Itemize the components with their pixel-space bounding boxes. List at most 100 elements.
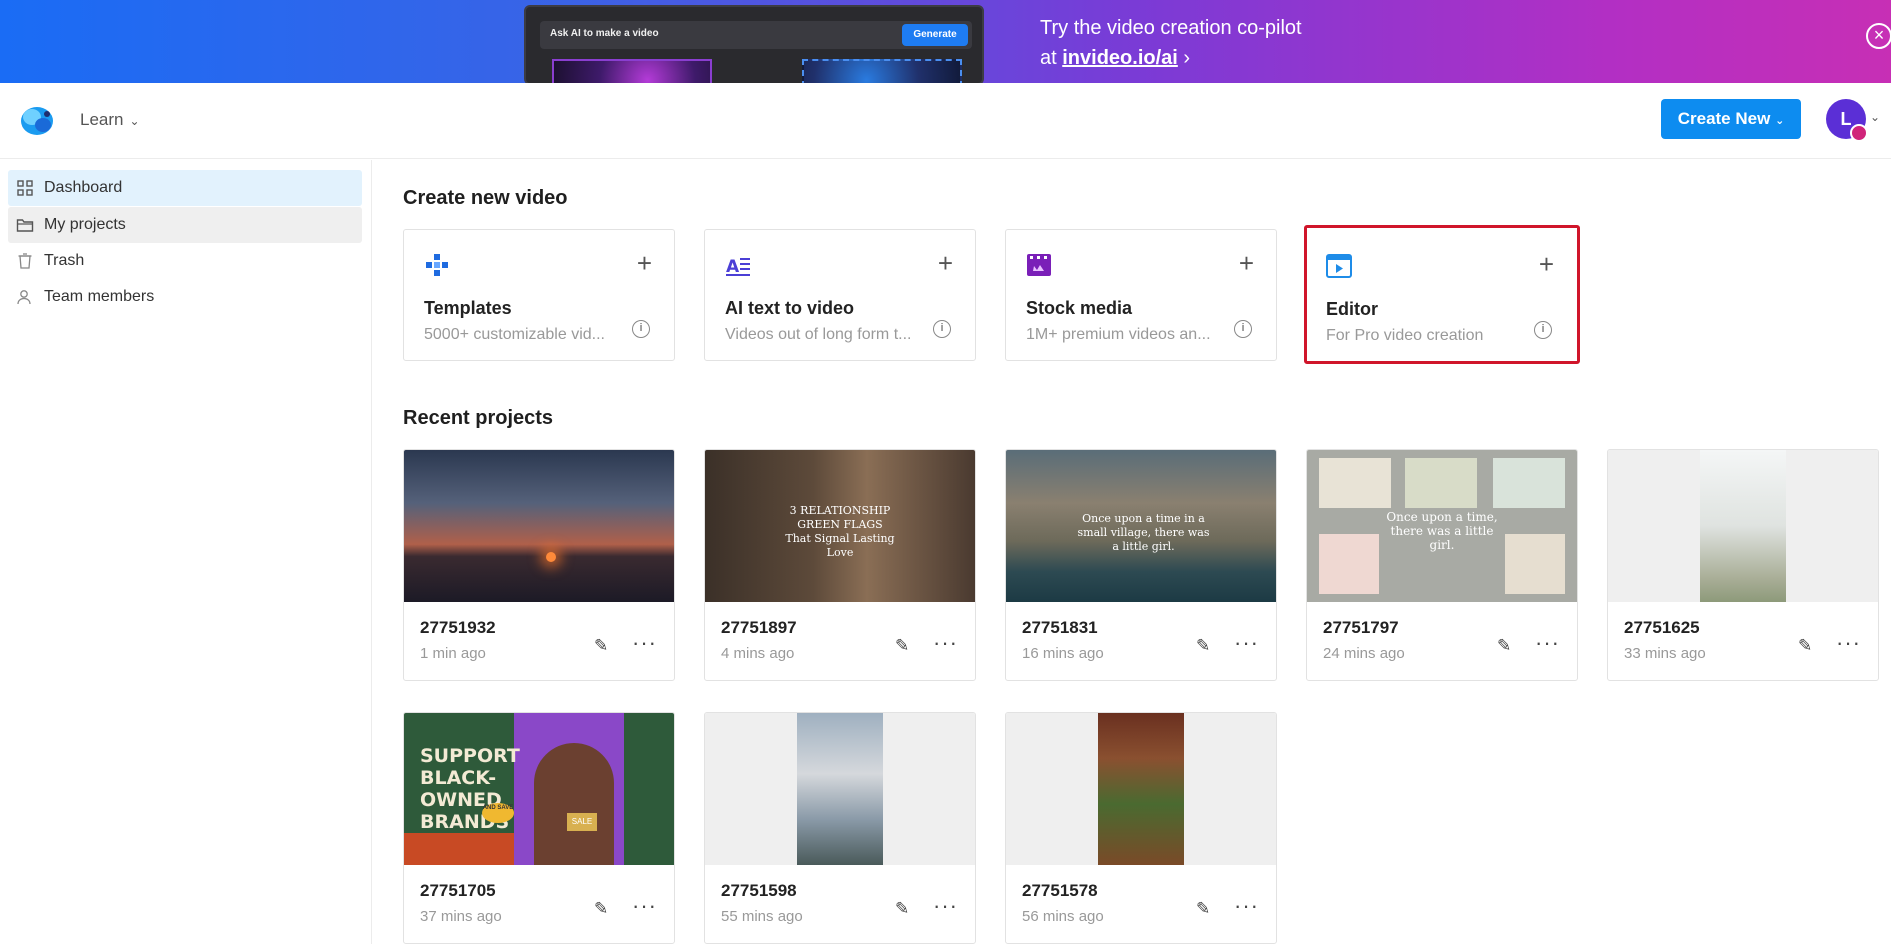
banner-line-1: Try the video creation co-pilot — [1040, 17, 1302, 39]
project-id: 27751831 — [1022, 618, 1098, 637]
project-thumbnail[interactable]: SUPPORT BLACK-OWNED BRANDS AND SAVE SALE — [404, 713, 674, 865]
plus-icon[interactable]: + — [1239, 248, 1254, 279]
badge-sticker: AND SAVE — [482, 803, 514, 823]
edit-icon[interactable]: ✎ — [1196, 899, 1210, 919]
project-id: 27751705 — [420, 881, 496, 900]
recent-section-title: Recent projects — [403, 407, 554, 429]
project-card[interactable]: Once upon a time, there was a little gir… — [1306, 449, 1578, 681]
more-icon[interactable]: ··· — [933, 893, 958, 919]
card-editor[interactable]: + Editor For Pro video creation i — [1304, 225, 1580, 364]
promo-thumbnail-left — [552, 59, 712, 83]
project-thumbnail[interactable] — [705, 713, 975, 865]
edit-icon[interactable]: ✎ — [594, 636, 608, 656]
top-header: Learn ⌄ Create New ⌄ L ⌄ — [0, 83, 1891, 159]
grid-icon — [17, 180, 33, 196]
edit-icon[interactable]: ✎ — [1798, 636, 1812, 656]
chevron-down-icon: ⌄ — [129, 114, 140, 128]
project-id: 27751932 — [420, 618, 496, 637]
card-subtitle: Videos out of long form t... — [725, 326, 912, 343]
card-title: AI text to video — [725, 298, 855, 318]
project-card[interactable]: 27751578 56 mins ago ✎ ··· — [1005, 712, 1277, 944]
project-thumbnail[interactable] — [1006, 713, 1276, 865]
plus-icon[interactable]: + — [637, 248, 652, 279]
promo-prompt-bar: Ask AI to make a video Generate — [540, 21, 972, 49]
card-templates[interactable]: + Templates 5000+ customizable vid... i — [403, 229, 675, 361]
project-time: 56 mins ago — [1022, 908, 1104, 925]
sidebar-item-label: Trash — [44, 252, 85, 269]
crown-badge-icon — [1850, 124, 1868, 142]
plus-icon[interactable]: + — [1539, 249, 1554, 280]
project-thumbnail[interactable]: Once upon a time in a small village, the… — [1006, 450, 1276, 602]
project-thumbnail[interactable]: Once upon a time, there was a little gir… — [1307, 450, 1577, 602]
banner-line-2: at invideo.io/ai › — [1040, 47, 1191, 69]
project-card[interactable]: SUPPORT BLACK-OWNED BRANDS AND SAVE SALE… — [403, 712, 675, 944]
banner-text[interactable]: Try the video creation co-pilot at invid… — [1040, 13, 1302, 73]
more-icon[interactable]: ··· — [632, 630, 657, 656]
project-card[interactable]: 27751598 55 mins ago ✎ ··· — [704, 712, 976, 944]
learn-label: Learn — [80, 110, 124, 129]
info-icon[interactable]: i — [1234, 320, 1252, 338]
project-time: 24 mins ago — [1323, 645, 1405, 662]
edit-icon[interactable]: ✎ — [594, 899, 608, 919]
learn-menu[interactable]: Learn ⌄ — [80, 110, 140, 130]
plus-icon[interactable]: + — [938, 248, 953, 279]
more-icon[interactable]: ··· — [1836, 630, 1861, 656]
templates-icon — [426, 254, 448, 276]
team-icon — [17, 290, 31, 305]
project-time: 33 mins ago — [1624, 645, 1706, 662]
info-icon[interactable]: i — [933, 320, 951, 338]
project-card[interactable]: Once upon a time in a small village, the… — [1005, 449, 1277, 681]
thumbnail-caption: Once upon a time in a small village, the… — [1077, 512, 1210, 553]
card-subtitle: 5000+ customizable vid... — [424, 326, 605, 343]
project-id: 27751598 — [721, 881, 797, 900]
stock-media-icon — [1027, 254, 1051, 276]
close-icon[interactable]: × — [1866, 23, 1891, 49]
promo-generate-button: Generate — [902, 24, 968, 46]
more-icon[interactable]: ··· — [632, 893, 657, 919]
project-thumbnail[interactable]: 3 RELATIONSHIP GREEN FLAGS That Signal L… — [705, 450, 975, 602]
card-subtitle: For Pro video creation — [1326, 327, 1484, 344]
card-title: Stock media — [1026, 298, 1133, 318]
folder-icon — [16, 219, 34, 232]
chevron-down-icon[interactable]: ⌄ — [1870, 110, 1880, 124]
more-icon[interactable]: ··· — [1535, 630, 1560, 656]
project-time: 1 min ago — [420, 645, 486, 662]
info-icon[interactable]: i — [632, 320, 650, 338]
more-icon[interactable]: ··· — [1234, 893, 1259, 919]
edit-icon[interactable]: ✎ — [895, 636, 909, 656]
sidebar-item-label: Dashboard — [44, 179, 123, 196]
sidebar-item-my-projects[interactable]: My projects — [8, 207, 362, 243]
banner-link[interactable]: invideo.io/ai — [1062, 47, 1178, 69]
sidebar-item-trash[interactable]: Trash — [8, 243, 362, 279]
project-id: 27751897 — [721, 618, 797, 637]
edit-icon[interactable]: ✎ — [1196, 636, 1210, 656]
project-id: 27751797 — [1323, 618, 1399, 637]
project-card[interactable]: 3 RELATIONSHIP GREEN FLAGS That Signal L… — [704, 449, 976, 681]
card-ai-text-to-video[interactable]: A + AI text to video Videos out of long … — [704, 229, 976, 361]
card-subtitle: 1M+ premium videos an... — [1026, 326, 1211, 343]
info-icon[interactable]: i — [1534, 321, 1552, 339]
edit-icon[interactable]: ✎ — [895, 899, 909, 919]
promo-thumbnail-right — [802, 59, 962, 83]
card-stock-media[interactable]: + Stock media 1M+ premium videos an... i — [1005, 229, 1277, 361]
sidebar-item-label: My projects — [44, 216, 126, 233]
sidebar-item-label: Team members — [44, 288, 155, 305]
create-section-title: Create new video — [403, 187, 568, 209]
thumbnail-caption: Once upon a time, there was a little gir… — [1386, 510, 1498, 552]
sale-sign: SALE — [567, 813, 597, 831]
project-card[interactable]: 27751625 33 mins ago ✎ ··· — [1607, 449, 1879, 681]
sidebar-item-team-members[interactable]: Team members — [8, 279, 362, 315]
sidebar: Dashboard My projects Trash Team members — [0, 160, 372, 944]
invideo-logo[interactable] — [17, 101, 57, 139]
project-thumbnail[interactable] — [404, 450, 674, 602]
sidebar-item-dashboard[interactable]: Dashboard — [8, 170, 362, 206]
chevron-down-icon: ⌄ — [1775, 115, 1785, 127]
project-thumbnail[interactable] — [1608, 450, 1878, 602]
create-new-button[interactable]: Create New ⌄ — [1661, 99, 1801, 139]
more-icon[interactable]: ··· — [1234, 630, 1259, 656]
edit-icon[interactable]: ✎ — [1497, 636, 1511, 656]
more-icon[interactable]: ··· — [933, 630, 958, 656]
project-card[interactable]: 27751932 1 min ago ✎ ··· — [403, 449, 675, 681]
promo-banner[interactable]: Ask AI to make a video Generate Try the … — [0, 0, 1891, 83]
trash-icon — [18, 253, 32, 269]
